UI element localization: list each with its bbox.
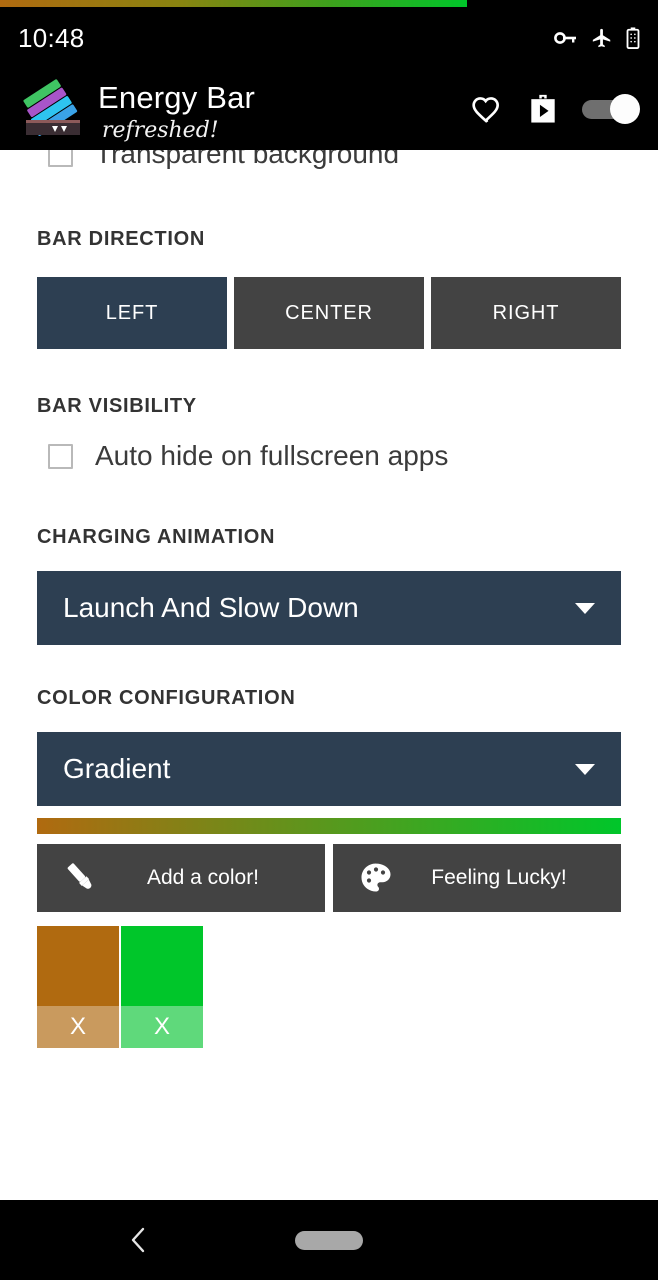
status-bar-clock: 10:48 — [18, 22, 85, 53]
app-screen: 10:48 Energy Bar refreshed! Transparent … — [0, 0, 658, 1280]
color-swatch-fill — [121, 926, 203, 1006]
battery-icon — [626, 27, 640, 49]
play-store-icon[interactable] — [526, 92, 560, 126]
bar-direction-option-right[interactable]: RIGHT — [431, 277, 621, 349]
bar-direction-title: BAR DIRECTION — [37, 228, 205, 250]
feeling-lucky-label: Feeling Lucky! — [431, 866, 567, 889]
chevron-down-icon — [575, 763, 595, 775]
add-a-color-label: Add a color! — [146, 866, 260, 889]
auto-hide-checkbox[interactable] — [48, 443, 73, 469]
header-action-group — [470, 92, 640, 126]
settings-scroll-area[interactable]: Transparent background BAR DIRECTION LEF… — [0, 150, 658, 1200]
bar-direction-option-center[interactable]: CENTER — [234, 277, 424, 349]
transparent-background-checkbox[interactable] — [48, 150, 73, 167]
add-a-color-button[interactable]: Add a color! — [37, 844, 325, 912]
charging-animation-value: Launch And Slow Down — [63, 592, 359, 623]
color-swatch-remove-button[interactable]: X — [121, 1006, 203, 1048]
bar-direction-segment-group: LEFT CENTER RIGHT — [0, 277, 658, 349]
system-navigation-bar — [0, 1200, 658, 1280]
toggle-knob — [610, 94, 640, 124]
feeling-lucky-button[interactable]: Feeling Lucky! — [333, 844, 621, 912]
top-accent-gradient-strip — [0, 0, 468, 7]
app-subtitle: refreshed! — [102, 118, 219, 143]
charging-animation-dropdown[interactable]: Launch And Slow Down — [37, 571, 621, 645]
system-status-bar: 10:48 — [0, 0, 658, 68]
palette-icon — [355, 857, 397, 899]
color-swatch[interactable]: X — [121, 926, 203, 1048]
paintbrush-icon — [59, 857, 101, 899]
transparent-background-row[interactable]: Transparent background — [0, 150, 658, 180]
app-title-block: Energy Bar refreshed! — [98, 68, 470, 150]
app-header-bar: Energy Bar refreshed! — [0, 68, 658, 150]
bar-visibility-title: BAR VISIBILITY — [37, 395, 197, 417]
airplane-mode-icon — [591, 27, 613, 49]
bar-direction-option-left[interactable]: LEFT — [37, 277, 227, 349]
auto-hide-label: Auto hide on fullscreen apps — [95, 440, 449, 471]
color-configuration-dropdown[interactable]: Gradient — [37, 732, 621, 806]
app-title: Energy Bar — [98, 80, 256, 115]
auto-hide-row[interactable]: Auto hide on fullscreen apps — [0, 430, 658, 482]
color-swatch-fill — [37, 926, 119, 1006]
color-swatch-remove-button[interactable]: X — [37, 1006, 119, 1048]
home-pill-icon[interactable] — [295, 1230, 363, 1250]
transparent-background-label: Transparent background — [95, 150, 400, 169]
color-swatch-row: X X — [0, 926, 658, 1048]
vpn-key-icon — [554, 29, 578, 47]
color-configuration-value: Gradient — [63, 753, 171, 784]
energy-bar-logo — [22, 78, 84, 140]
color-configuration-title: COLOR CONFIGURATION — [37, 687, 296, 709]
chevron-down-icon — [575, 602, 595, 614]
color-swatch[interactable]: X — [37, 926, 119, 1048]
back-chevron-icon[interactable] — [118, 1219, 160, 1261]
color-action-row: Add a color! Feeling Lucky! — [0, 844, 658, 912]
master-toggle[interactable] — [582, 94, 640, 124]
gradient-preview-bar — [37, 818, 621, 834]
charging-animation-title: CHARGING ANIMATION — [37, 526, 276, 548]
status-bar-icons — [554, 27, 640, 49]
favorite-icon[interactable] — [470, 92, 504, 126]
